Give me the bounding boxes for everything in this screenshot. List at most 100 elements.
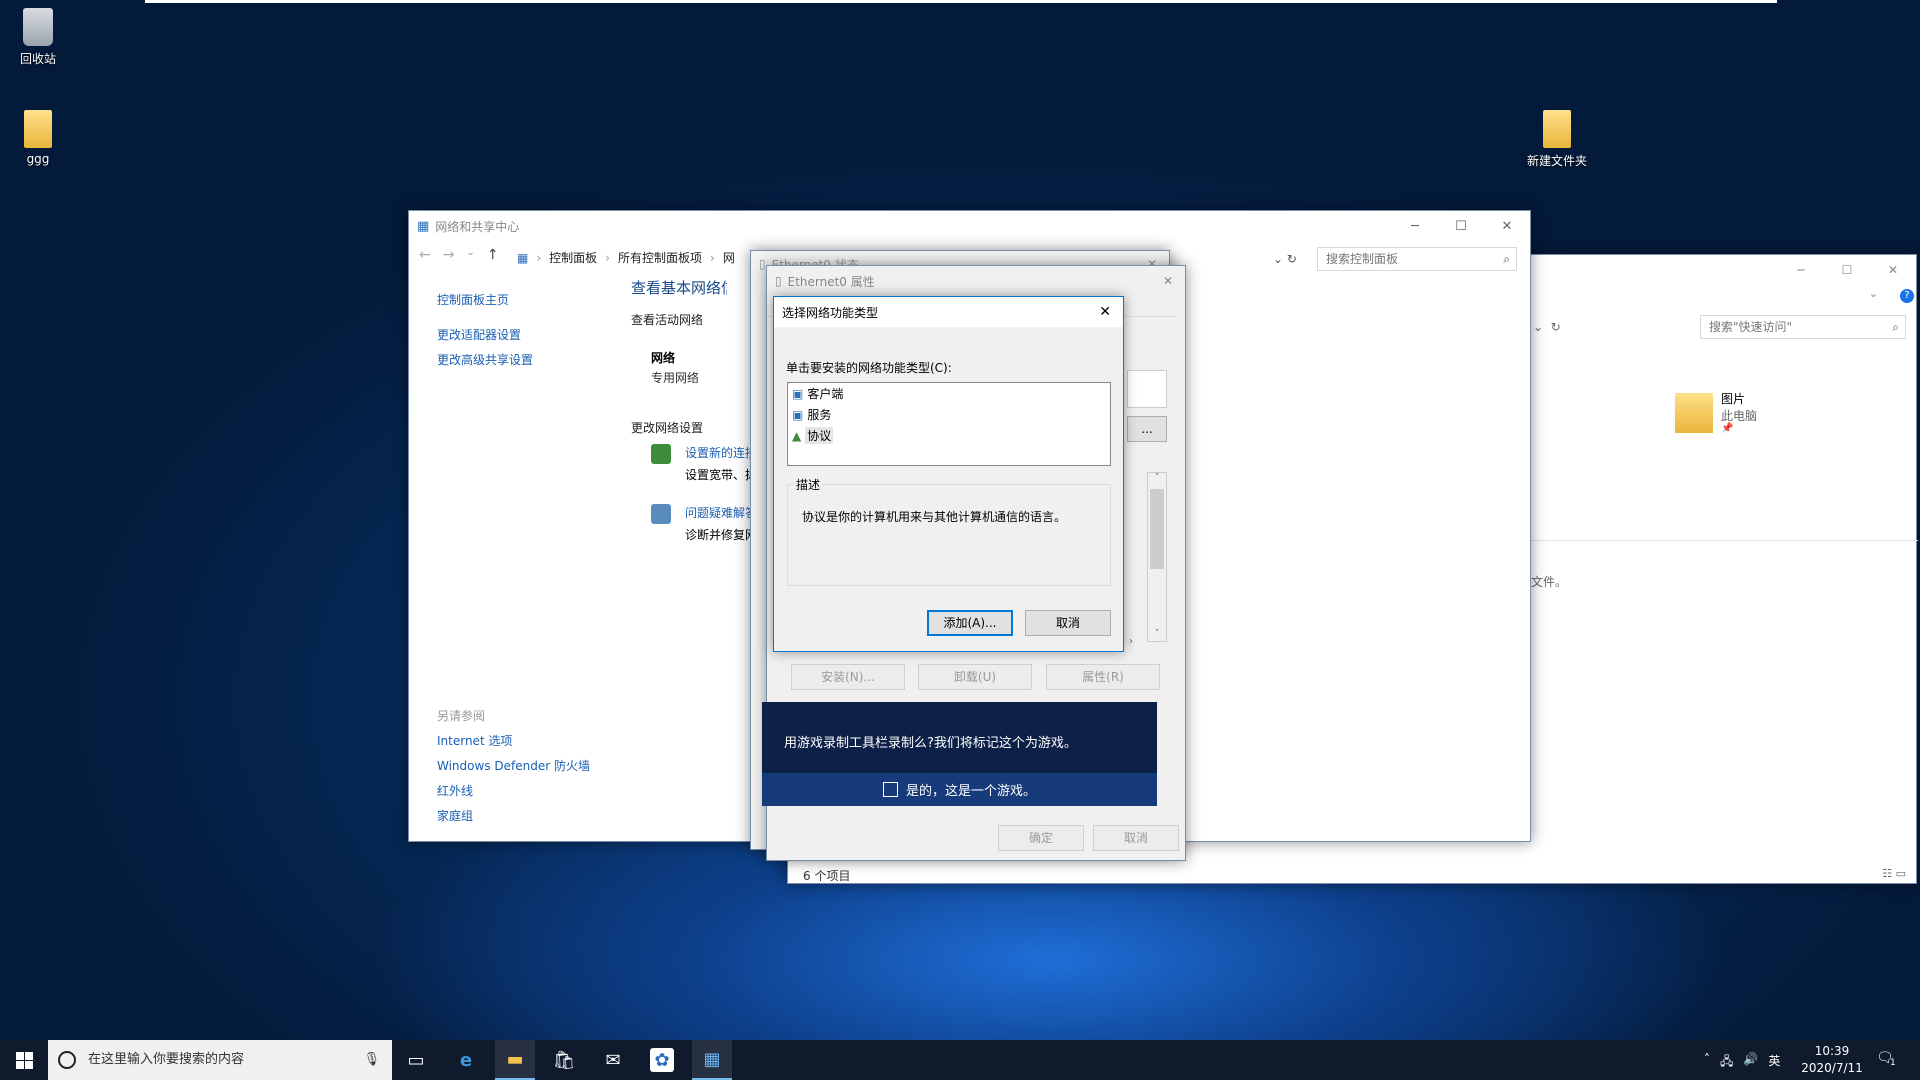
install-button[interactable]: 安装(N)... <box>791 664 905 690</box>
file-explorer-button[interactable]: ▬ <box>495 1040 535 1080</box>
cancel-button[interactable]: 取消 <box>1093 825 1179 851</box>
forward-arrow-icon[interactable]: → <box>443 247 455 263</box>
component-list-scrollbar[interactable]: ˄ ˅ <box>1147 472 1167 642</box>
infrared-link[interactable]: 红外线 <box>437 782 473 799</box>
mail-button[interactable]: ✉ <box>593 1040 633 1080</box>
feature-type-list[interactable]: ▣ 客户端 ▣ 服务 ▲ 协议 <box>787 382 1111 466</box>
description-text: 协议是你的计算机用来与其他计算机通信的语言。 <box>802 510 1067 524</box>
microphone-icon[interactable]: 🎙 <box>363 1040 380 1080</box>
explorer-search-input[interactable]: 搜索"快速访问" ⌕ <box>1700 315 1906 339</box>
adapter-field[interactable] <box>1127 370 1167 408</box>
list-item-client[interactable]: ▣ 客户端 <box>788 383 1110 404</box>
firewall-link[interactable]: Windows Defender 防火墙 <box>437 757 590 774</box>
caption-buttons: ─ ☐ ✕ <box>1392 219 1530 234</box>
scroll-right-icon[interactable]: › <box>1129 636 1133 647</box>
setup-new-connection-link[interactable]: 设置新的连接 <box>685 444 751 461</box>
chevron-up-icon[interactable]: ˄ <box>1704 1052 1710 1073</box>
desktop-icon-label: 新建文件夹 <box>1526 154 1587 168</box>
breadcrumb[interactable]: ▦ › 控制面板 › 所有控制面板项 › 网 <box>517 249 735 266</box>
network-name: 网络 <box>651 351 676 365</box>
game-bar-prompt[interactable]: 用游戏录制工具栏录制么?我们将标记这个为游戏。 是的，这是一个游戏。 <box>762 702 1157 806</box>
troubleshoot-desc: 诊断并修复网 <box>685 528 751 542</box>
quick-access-item-name[interactable]: 图片 <box>1721 390 1745 407</box>
close-icon[interactable]: ✕ <box>1163 274 1173 288</box>
network-adapter-icon: ▯ <box>775 274 782 288</box>
maximize-icon[interactable]: ☐ <box>1438 219 1484 234</box>
cancel-button[interactable]: 取消 <box>1025 610 1111 636</box>
taskbar-search-box[interactable]: 在这里输入你要搜索的内容 🎙 <box>48 1040 392 1080</box>
add-button[interactable]: 添加(A)... <box>927 610 1013 636</box>
advanced-sharing-settings-link[interactable]: 更改高级共享设置 <box>437 351 533 368</box>
minimize-icon[interactable]: ─ <box>1778 255 1824 285</box>
list-item-label: 协议 <box>805 427 834 444</box>
control-panel-search-input[interactable]: 搜索控制面板 ⌕ <box>1317 247 1517 271</box>
task-view-button[interactable]: ▭ <box>396 1040 436 1080</box>
troubleshoot-link[interactable]: 问题疑难解答 <box>685 504 751 521</box>
notification-center-button[interactable]: 🗨 1 <box>1876 1050 1896 1068</box>
close-icon[interactable]: ✕ <box>1099 304 1111 320</box>
network-adapter-icon: ▯ <box>759 257 766 271</box>
search-icon: ⌕ <box>1503 252 1510 266</box>
breadcrumb-item[interactable]: 控制面板 <box>549 249 597 266</box>
title-bar: ▦ 网络和共享中心 ─ ☐ ✕ <box>409 211 1530 241</box>
network-tray-icon[interactable]: 🖧 <box>1720 1052 1733 1073</box>
ime-indicator[interactable]: 英 <box>1768 1052 1780 1073</box>
game-bar-checkbox-row[interactable]: 是的，这是一个游戏。 <box>762 773 1157 806</box>
control-panel-taskbar-button[interactable]: ▦ <box>692 1040 732 1080</box>
properties-button[interactable]: 属性(R) <box>1046 664 1160 690</box>
game-checkbox[interactable] <box>882 782 898 797</box>
list-item-service[interactable]: ▣ 服务 <box>788 404 1110 425</box>
minimize-icon[interactable]: ─ <box>1392 219 1438 234</box>
store-icon: 🛍 <box>552 1049 576 1071</box>
close-icon[interactable]: ✕ <box>1870 255 1916 285</box>
ok-button[interactable]: 确定 <box>998 825 1084 851</box>
view-toggle-icons[interactable]: ☷ ▭ <box>1882 867 1906 880</box>
back-arrow-icon[interactable]: ← <box>419 247 431 263</box>
internet-options-link[interactable]: Internet 选项 <box>437 732 512 749</box>
baidu-button[interactable]: ✿ <box>642 1040 682 1080</box>
scroll-down-icon[interactable]: ˅ <box>1148 629 1166 639</box>
breadcrumb-item[interactable]: 网 <box>723 249 735 266</box>
list-item-protocol[interactable]: ▲ 协议 <box>788 425 1110 446</box>
explorer-files-text: 文件。 <box>1531 575 1568 589</box>
status-bar-count: 6 个项目 <box>803 869 851 883</box>
scroll-thumb[interactable] <box>1150 489 1164 569</box>
page-title: 查看基本网络信息 <box>631 279 727 297</box>
store-button[interactable]: 🛍 <box>544 1040 584 1080</box>
clock-date: 2020/7/11 <box>1801 1061 1863 1075</box>
address-controls[interactable]: ⌄ ↻ <box>1533 315 1593 339</box>
cortana-icon <box>58 1051 76 1069</box>
troubleshoot-icon <box>651 504 671 524</box>
select-network-feature-dialog[interactable]: 选择网络功能类型 ✕ 单击要安装的网络功能类型(C): ▣ 客户端 ▣ 服务 ▲ 协议… <box>773 296 1124 652</box>
desktop-icon-new-folder[interactable]: 新建文件夹 <box>1517 110 1597 169</box>
task-view-icon: ▭ <box>407 1049 425 1071</box>
close-icon[interactable]: ✕ <box>1484 219 1530 234</box>
ribbon-chevron-icon[interactable]: ⌄ <box>1869 287 1878 300</box>
volume-icon[interactable]: 🔊 <box>1743 1052 1758 1073</box>
file-explorer-icon: ▬ <box>506 1048 524 1070</box>
edge-button[interactable]: e <box>446 1040 486 1080</box>
dialog-title: 选择网络功能类型 <box>782 305 879 320</box>
start-button[interactable] <box>4 1040 44 1080</box>
uninstall-button[interactable]: 卸载(U) <box>918 664 1032 690</box>
mail-icon: ✉ <box>605 1049 621 1071</box>
desktop-icon-label: 回收站 <box>19 52 56 66</box>
dialog-prompt: 单击要安装的网络功能类型(C): <box>786 361 952 375</box>
help-icon[interactable]: ? <box>1900 289 1914 303</box>
desktop-icon-ggg[interactable]: ggg <box>0 110 78 166</box>
pictures-folder-icon <box>1675 393 1713 433</box>
up-arrow-icon[interactable]: ↑ <box>487 247 499 263</box>
clock[interactable]: 10:39 2020/7/11 <box>1800 1043 1864 1077</box>
scroll-up-icon[interactable]: ˄ <box>1148 473 1166 485</box>
homegroup-link[interactable]: 家庭组 <box>437 807 473 824</box>
maximize-icon[interactable]: ☐ <box>1824 255 1870 285</box>
control-panel-home-link[interactable]: 控制面板主页 <box>437 291 509 308</box>
quick-access-item-location: 此电脑 <box>1721 409 1758 423</box>
breadcrumb-item[interactable]: 所有控制面板项 <box>618 249 702 266</box>
system-tray: ˄ 🖧 🔊 英 <box>1704 1052 1780 1073</box>
history-chevron-icon[interactable]: ⌄ <box>466 247 474 263</box>
configure-button[interactable]: ... <box>1127 416 1167 442</box>
address-controls[interactable]: ⌄ ↻ <box>1273 247 1303 271</box>
change-adapter-settings-link[interactable]: 更改适配器设置 <box>437 326 521 343</box>
desktop-icon-recycle-bin[interactable]: 回收站 <box>0 8 78 67</box>
